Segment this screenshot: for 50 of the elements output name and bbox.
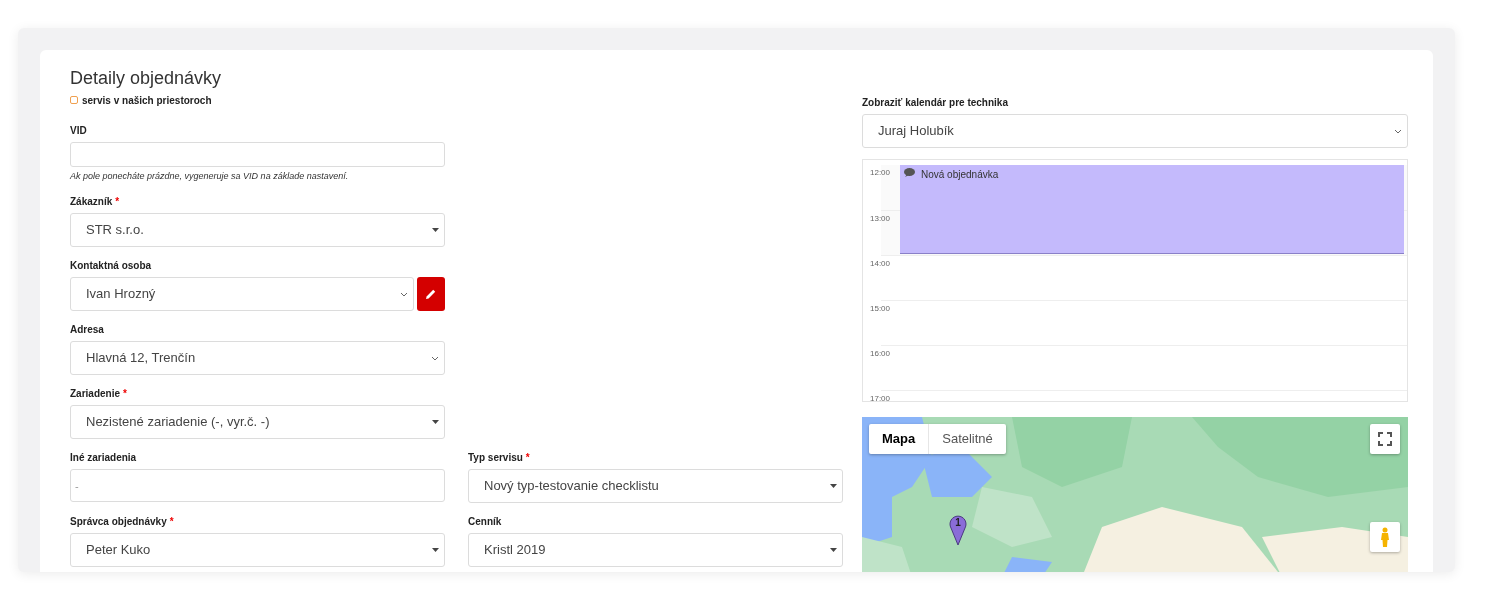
hint-text: Ak pole ponecháte prázdne, vygeneruje sa VID na základe nastavení. xyxy=(70,170,350,182)
edit-button[interactable] xyxy=(417,277,445,311)
checkbox-label: servis v našich priestoroch xyxy=(82,93,212,108)
section-title: Detaily objednávky xyxy=(70,67,223,90)
time-label: 15:00 xyxy=(870,303,892,315)
field-label: VID xyxy=(70,124,88,138)
time-label: 12:00 xyxy=(870,167,892,179)
time-label: 13:00 xyxy=(870,213,892,225)
person-icon xyxy=(1380,527,1390,547)
event-title: Nová objednávka xyxy=(921,168,999,182)
select-field[interactable]: Juraj Holubík xyxy=(862,114,1408,148)
select-field[interactable]: Nový typ-testovanie checklistu xyxy=(468,469,843,503)
field-label: Typ servisu * xyxy=(468,451,531,465)
chevron-icon xyxy=(431,355,439,361)
time-label: 16:00 xyxy=(870,348,892,360)
checkbox[interactable] xyxy=(70,96,78,104)
caret-icon xyxy=(830,484,837,488)
select-field[interactable]: Nezistené zariadenie (-, vyr.č. -) xyxy=(70,405,445,439)
fullscreen-button[interactable] xyxy=(1370,424,1400,454)
chevron-icon xyxy=(400,291,408,297)
fullscreen-icon xyxy=(1378,432,1392,446)
time-label: 17:00 xyxy=(870,393,892,401)
map-type-tab[interactable]: Mapa xyxy=(869,424,929,454)
field-label: Cenník xyxy=(468,515,503,529)
calendar-event[interactable]: Nová objednávka xyxy=(900,165,1404,254)
caret-icon xyxy=(432,548,439,552)
pencil-icon xyxy=(426,289,436,299)
field-label: Správca objednávky * xyxy=(70,515,175,529)
select-field[interactable]: Peter Kuko xyxy=(70,533,445,567)
caret-icon xyxy=(432,420,439,424)
caret-icon xyxy=(432,228,439,232)
field-label: Zariadenie * xyxy=(70,387,128,401)
caret-icon xyxy=(830,548,837,552)
select-field[interactable]: STR s.r.o. xyxy=(70,213,445,247)
chevron-icon xyxy=(1394,128,1402,134)
select-field[interactable]: Hlavná 12, Trenčín xyxy=(70,341,445,375)
input-field[interactable] xyxy=(70,142,445,167)
comment-icon xyxy=(904,168,915,177)
field-label: Iné zariadenia xyxy=(70,451,138,465)
field-label: Adresa xyxy=(70,323,105,337)
map-marker[interactable]: 1 xyxy=(949,514,967,545)
field-label: Kontaktná osoba xyxy=(70,259,153,273)
select-field[interactable]: Kristl 2019 xyxy=(468,533,843,567)
field-label: Zobraziť kalendár pre technika xyxy=(862,96,1009,110)
field-label: Zákazník * xyxy=(70,195,121,209)
input-field[interactable]: - xyxy=(70,469,445,502)
street-view-button[interactable] xyxy=(1370,522,1400,552)
time-label: 14:00 xyxy=(870,258,892,270)
map-type-tab[interactable]: Satelitné xyxy=(928,424,1006,454)
select-field[interactable]: Ivan Hrozný xyxy=(70,277,414,311)
